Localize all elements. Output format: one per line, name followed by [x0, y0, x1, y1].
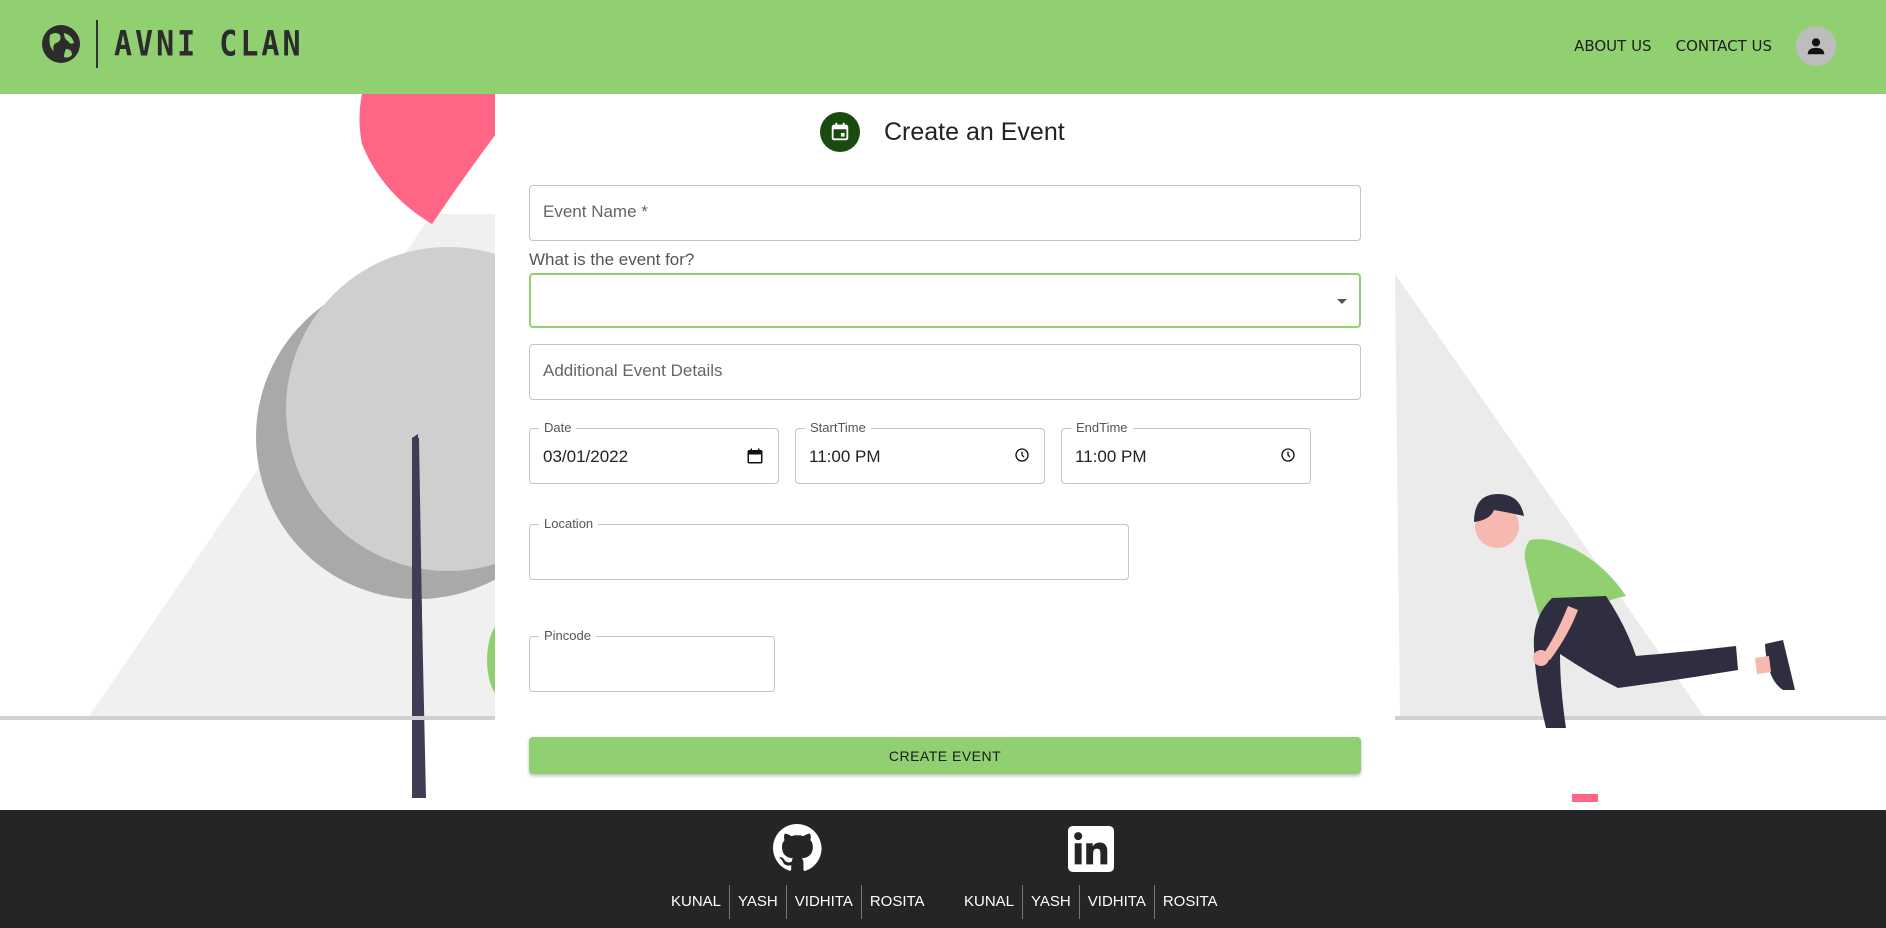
event-name-field[interactable]: Event Name * — [529, 185, 1361, 241]
github-member-yash[interactable]: YASH — [729, 885, 786, 919]
event-details-field[interactable]: Additional Event Details — [529, 344, 1361, 400]
event-for-select[interactable] — [529, 273, 1361, 328]
linkedin-member-yash[interactable]: YASH — [1022, 885, 1079, 919]
end-time-label: EndTime — [1071, 420, 1133, 435]
linkedin-icon[interactable] — [1068, 826, 1114, 872]
pincode-field[interactable]: Pincode — [529, 628, 775, 692]
footer — [0, 810, 1886, 928]
user-icon — [1807, 38, 1825, 55]
end-time-field[interactable]: EndTime 11:00 PM — [1061, 420, 1311, 484]
logo-divider — [96, 20, 98, 68]
github-team-list: KUNAL YASH VIDHITA ROSITA — [663, 885, 933, 919]
github-icon[interactable] — [772, 823, 822, 873]
create-event-button[interactable]: CREATE EVENT — [529, 737, 1361, 774]
date-field[interactable]: Date 03/01/2022 — [529, 420, 779, 484]
nav-about-us[interactable]: ABOUT US — [1574, 37, 1652, 55]
date-label: Date — [539, 420, 577, 435]
event-name-placeholder: Event Name * — [543, 202, 648, 221]
page-title: Create an Event — [884, 117, 1065, 146]
brand-name: AVNI CLAN — [114, 23, 304, 65]
github-member-rosita[interactable]: ROSITA — [860, 885, 933, 919]
linkedin-member-rosita[interactable]: ROSITA — [1153, 885, 1226, 919]
location-field[interactable]: Location — [529, 516, 1129, 580]
clock-icon[interactable] — [1280, 447, 1296, 463]
calendar-event-icon — [820, 112, 860, 152]
pincode-label: Pincode — [539, 628, 596, 643]
linkedin-team-list: KUNAL YASH VIDHITA ROSITA — [956, 885, 1226, 919]
app-header: AVNI CLAN ABOUT US CONTACT US — [0, 0, 1886, 94]
dropdown-arrow-icon — [1337, 299, 1347, 304]
clock-icon[interactable] — [1014, 447, 1030, 463]
brand-logo[interactable]: AVNI CLAN — [40, 20, 304, 68]
nav-contact-us[interactable]: CONTACT US — [1676, 37, 1772, 55]
event-for-label: What is the event for? — [529, 250, 695, 269]
start-time-value: 11:00 PM — [809, 447, 881, 466]
top-nav: ABOUT US CONTACT US — [1550, 26, 1836, 66]
start-time-label: StartTime — [805, 420, 871, 435]
end-time-value: 11:00 PM — [1075, 447, 1147, 466]
globe-icon — [42, 25, 80, 63]
calendar-icon[interactable] — [746, 447, 764, 465]
github-member-vidhita[interactable]: VIDHITA — [785, 885, 861, 919]
github-member-kunal[interactable]: KUNAL — [663, 885, 729, 919]
start-time-field[interactable]: StartTime 11:00 PM — [795, 420, 1045, 484]
form-header: Create an Event — [820, 112, 1065, 152]
date-value: 03/01/2022 — [543, 447, 629, 466]
location-label: Location — [539, 516, 599, 531]
linkedin-member-kunal[interactable]: KUNAL — [956, 885, 1022, 919]
account-avatar[interactable] — [1796, 26, 1836, 66]
event-details-placeholder: Additional Event Details — [543, 361, 723, 380]
linkedin-member-vidhita[interactable]: VIDHITA — [1078, 885, 1154, 919]
